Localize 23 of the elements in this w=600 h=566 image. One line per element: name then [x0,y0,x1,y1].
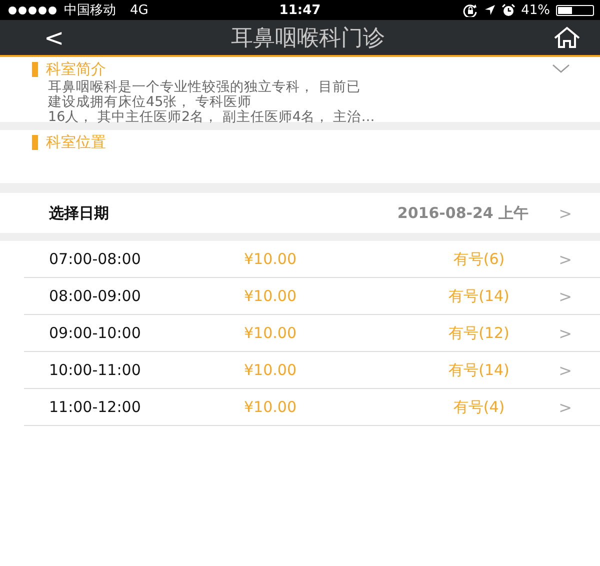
alarm-icon [502,4,516,16]
network-type: 4G [130,2,148,18]
clock-time: 11:47 [279,2,321,18]
time-slot-row[interactable]: 10:00-11:00 ¥10.00 有号(14) > [24,352,600,389]
battery-icon [556,4,594,16]
section-heading: 科室简介 [46,60,106,78]
accent-bar [32,62,38,76]
carrier-name: 中国移动 [64,2,116,19]
department-description: 耳鼻咽喉科是一个专业性较强的独立专科， 目前已 建设成拥有床位45张， 专科医师 16人， 其中主任医师2名， 副主任医师4名， 主治… [48,80,376,125]
time-slot-row[interactable]: 07:00-08:00 ¥10.00 有号(6) > [24,241,600,278]
battery-percent: 41% [521,2,550,18]
location-arrow-icon [484,4,496,16]
time-slot-row[interactable]: 09:00-10:00 ¥10.00 有号(12) > [24,315,600,352]
signal-icon [8,6,58,14]
time-slot-row[interactable]: 11:00-12:00 ¥10.00 有号(4) > [24,389,600,426]
page-title: 耳鼻咽喉科门诊 [231,24,386,52]
accent-bar [32,134,38,150]
chevron-down-icon[interactable] [552,64,570,74]
section-heading: 科室位置 [46,132,106,152]
rotation-lock-icon [463,4,478,16]
back-button[interactable]: < [44,26,64,50]
time-slot-row[interactable]: 08:00-09:00 ¥10.00 有号(14) > [24,278,600,315]
home-button[interactable] [552,26,582,50]
